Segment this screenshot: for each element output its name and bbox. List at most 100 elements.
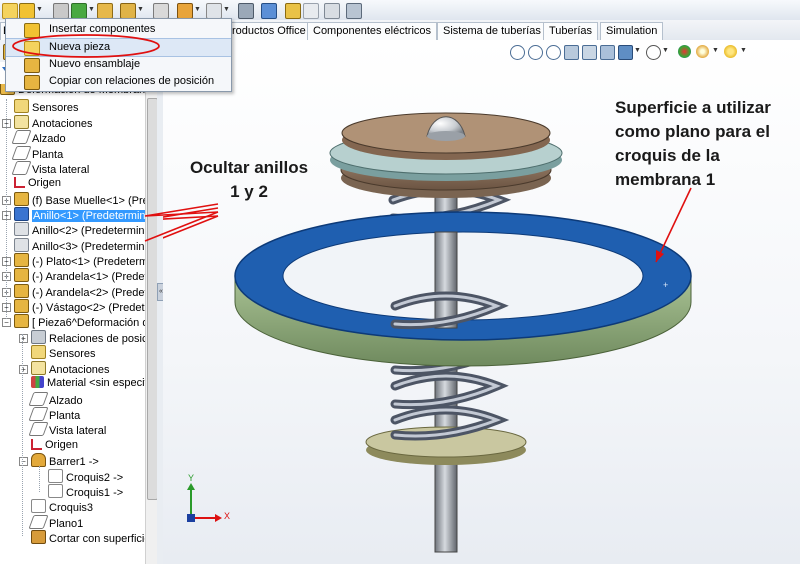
triad-x-label: X: [224, 511, 231, 521]
tree-item-plato1[interactable]: (-) Plato<1> (Predetermi: [14, 253, 145, 268]
coordinate-triad: [187, 483, 222, 522]
plane-icon: [11, 146, 32, 160]
expand-anotaciones-pieza-icon[interactable]: +: [19, 365, 28, 374]
section-view-icon[interactable]: [564, 45, 579, 60]
tree-item-origen[interactable]: Origen: [14, 176, 61, 191]
hide-show-items-icon[interactable]: [646, 45, 661, 60]
heads-up-view-toolbar: ▼ ▼ ▼ ▼: [510, 43, 800, 63]
tree-item-alzado-pieza[interactable]: Alzado: [28, 392, 83, 407]
part-icon: [14, 222, 29, 236]
tree-item-vista-lateral[interactable]: Vista lateral: [11, 161, 89, 176]
tree-item-anillo2[interactable]: Anillo<2> (Predetermina: [14, 222, 145, 237]
sweep-icon: [31, 453, 46, 467]
view-settings-icon[interactable]: [724, 45, 737, 58]
tree-item-pieza6[interactable]: [ Pieza6^Deformación de: [14, 314, 145, 329]
bill-of-materials-icon[interactable]: [261, 3, 277, 19]
plane-icon: [28, 407, 49, 421]
tree-item-planta-pieza[interactable]: Planta: [28, 407, 80, 422]
linear-pattern-icon[interactable]: [71, 3, 87, 19]
ring-plus-mark: +: [663, 280, 668, 290]
plane-icon: [28, 392, 49, 406]
tree-item-anillo1[interactable]: Anillo<1> (Predetermina: [14, 207, 145, 222]
zoom-to-area-icon[interactable]: [528, 45, 543, 60]
tree-item-cortar-superficie[interactable]: Cortar con superficie: [31, 530, 145, 545]
tab-tuberias[interactable]: Tuberías: [543, 22, 599, 40]
sensor-icon: [31, 345, 46, 359]
expand-relaciones-icon[interactable]: +: [19, 334, 28, 343]
assembly-features-icon[interactable]: [177, 3, 193, 19]
material-icon: [31, 376, 44, 388]
tree-item-croquis3[interactable]: Croquis3: [31, 499, 93, 514]
tree-item-vista-lateral-pieza[interactable]: Vista lateral: [28, 422, 106, 437]
tab-productos-office[interactable]: roductos Office: [226, 22, 312, 40]
tab-sistema-de-tuberias[interactable]: Sistema de tuberías: [437, 22, 547, 40]
exploded-view-icon[interactable]: [285, 3, 301, 19]
plane-icon: [11, 161, 32, 175]
show-hidden-icon[interactable]: [153, 3, 169, 19]
triad-y-label: Y: [188, 473, 195, 483]
annotation-superficie: Superficie a utilizar como plano para el…: [615, 96, 800, 192]
assembly-features-caret-icon[interactable]: ▼: [194, 6, 201, 13]
new-document-icon[interactable]: [2, 3, 18, 19]
insert-components-caret-icon[interactable]: ▼: [36, 6, 43, 13]
tree-item-croquis1[interactable]: Croquis1 ->: [48, 484, 123, 499]
annotation-icon: [31, 361, 46, 375]
apply-scene-icon[interactable]: [696, 45, 709, 58]
menu-item-copiar-relaciones[interactable]: Copiar con relaciones de posición: [6, 73, 231, 90]
tree-item-origen-pieza[interactable]: Origen: [31, 438, 78, 453]
collapse-pieza6-icon[interactable]: −: [2, 318, 11, 327]
previous-view-icon[interactable]: [546, 45, 561, 60]
tree-item-base-muelle[interactable]: (f) Base Muelle<1> (Pred: [14, 192, 145, 207]
hide-show-caret-icon[interactable]: ▼: [662, 47, 669, 54]
sensor-icon: [14, 99, 29, 113]
tree-item-plano1[interactable]: Plano1: [28, 515, 83, 530]
tab-simulation[interactable]: Simulation: [600, 22, 664, 40]
tree-item-planta[interactable]: Planta: [11, 146, 63, 161]
edit-appearance-icon[interactable]: [678, 45, 691, 58]
display-style-icon[interactable]: [618, 45, 633, 60]
smart-fasteners-icon[interactable]: [97, 3, 113, 19]
reference-geometry-caret-icon[interactable]: ▼: [223, 6, 230, 13]
tree-item-sensores[interactable]: Sensores: [14, 99, 78, 114]
move-caret-icon[interactable]: ▼: [137, 6, 144, 13]
view-orientation-icon[interactable]: [600, 45, 615, 60]
instant3d-icon[interactable]: [346, 3, 362, 19]
tree-item-anillo3[interactable]: Anillo<3> (Predetermina: [14, 238, 145, 253]
tree-item-anotaciones[interactable]: Anotaciones: [14, 115, 93, 130]
dynamic-annotation-icon[interactable]: [582, 45, 597, 60]
mate-icon[interactable]: [53, 3, 69, 19]
plane-icon: [28, 422, 49, 436]
annotation-right-line4: membrana 1: [615, 170, 716, 189]
graphics-viewport[interactable]: + Y X Ocultar anillos 1 y 2 Superficie a…: [163, 40, 800, 564]
tree-item-vastago2[interactable]: (-) Vástago<2> (Predeter: [14, 299, 145, 314]
insert-components-icon[interactable]: [19, 3, 35, 19]
tree-item-anotaciones-pieza[interactable]: Anotaciones: [31, 361, 110, 376]
pattern-caret-icon[interactable]: ▼: [88, 6, 95, 13]
move-component-icon[interactable]: [120, 3, 136, 19]
plane-icon: [11, 130, 32, 144]
reference-geometry-icon[interactable]: [206, 3, 222, 19]
apply-scene-caret-icon[interactable]: ▼: [712, 47, 719, 54]
new-motion-study-icon[interactable]: [238, 3, 254, 19]
tab-componentes-electricos[interactable]: Componentes eléctricos: [307, 22, 438, 40]
tree-connector-line: [22, 334, 23, 536]
tree-connector-line: [39, 466, 40, 492]
origin-icon: [14, 177, 25, 188]
tree-item-material[interactable]: Material <sin especifi: [31, 376, 145, 391]
interference-detection-icon[interactable]: [324, 3, 340, 19]
mates-icon: [31, 330, 46, 344]
tree-item-croquis2[interactable]: Croquis2 ->: [48, 469, 123, 484]
view-settings-caret-icon[interactable]: ▼: [740, 47, 747, 54]
tree-item-sensores-pieza[interactable]: Sensores: [31, 345, 95, 360]
tree-item-arandela2[interactable]: (-) Arandela<2> (Predete: [14, 284, 145, 299]
tree-item-barrer1[interactable]: Barrer1 ->: [31, 453, 99, 468]
display-style-caret-icon[interactable]: ▼: [634, 47, 641, 54]
rod-through-ring: [434, 231, 458, 329]
collapse-barrer1-icon[interactable]: −: [19, 457, 28, 466]
tree-item-arandela1[interactable]: (-) Arandela<1> (Predete: [14, 268, 145, 283]
part-icon: [14, 238, 29, 252]
zoom-to-fit-icon[interactable]: [510, 45, 525, 60]
tree-item-alzado[interactable]: Alzado: [11, 130, 66, 145]
explode-line-sketch-icon[interactable]: [303, 3, 319, 19]
tree-item-relaciones[interactable]: Relaciones de posició: [31, 330, 145, 345]
